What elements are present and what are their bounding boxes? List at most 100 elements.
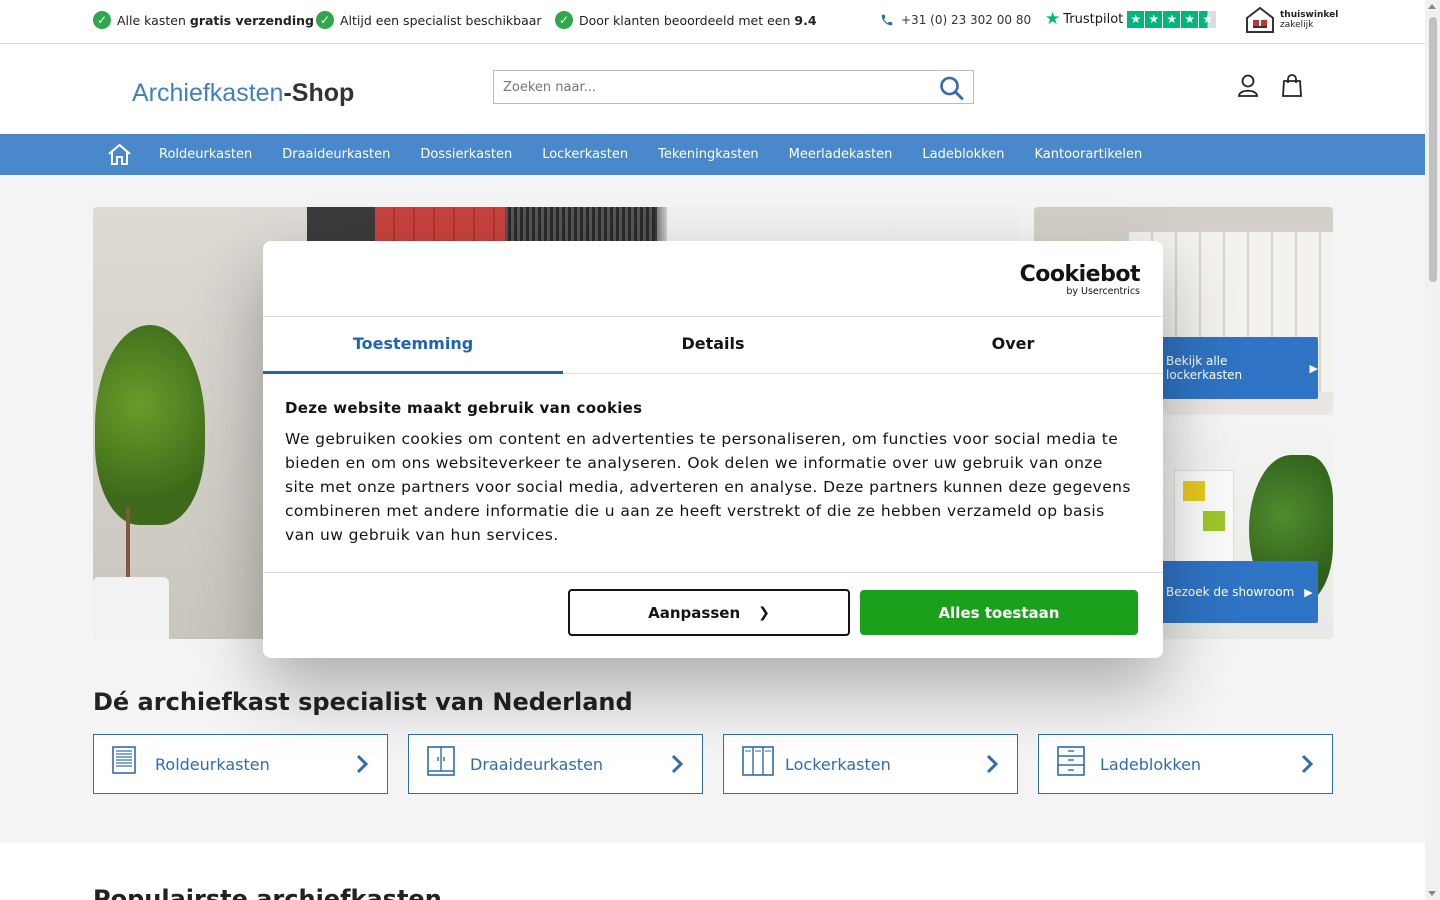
nav-item-meerladekasten[interactable]: Meerladekasten [774, 147, 908, 162]
usp-text: Door klanten beoordeeld met een [579, 12, 791, 28]
drawer-unit-icon [1057, 746, 1085, 780]
search-icon [940, 76, 964, 100]
site-header: Archiefkasten-Shop [0, 44, 1425, 134]
star-icon: ★ [1145, 10, 1163, 28]
chevron-right-icon: ▶ [1304, 585, 1313, 599]
trustpilot-star-icon: ★ [1045, 9, 1061, 29]
view-lockers-label: Bekijk alle lockerkasten [1166, 354, 1243, 382]
check-icon: ✓ [555, 11, 573, 29]
customize-label: Aanpassen [648, 603, 741, 622]
tab-over[interactable]: Over [863, 317, 1163, 373]
hero-plant-pot [93, 577, 169, 639]
star-icon: ★ [1127, 10, 1145, 28]
site-logo[interactable]: Archiefkasten-Shop [132, 79, 354, 108]
cookie-body: Deze website maakt gebruik van cookies W… [285, 399, 1135, 547]
phone-number: +31 (0) 23 302 00 80 [901, 13, 1032, 27]
cookie-consent-dialog: Cookiebot by Usercentrics Toestemming De… [263, 241, 1163, 658]
usp-specialist: ✓ Altijd een specialist beschikbaar [316, 11, 542, 29]
trustpilot-rating: ★ ★ ★ ★ ★ [1127, 10, 1217, 28]
cart-button[interactable] [1281, 74, 1303, 102]
swing-door-cabinet-icon [427, 746, 455, 780]
home-icon [108, 143, 131, 165]
view-lockers-button[interactable]: Bekijk alle lockerkasten ▶ [1156, 337, 1318, 399]
logo-part1: Archiefkasten [132, 79, 284, 107]
trustpilot-widget[interactable]: ★ Trustpilot ★ ★ ★ ★ ★ [1045, 9, 1217, 29]
nav-item-ladeblokken[interactable]: Ladeblokken [907, 147, 1019, 162]
usp-bold: gratis verzending [189, 12, 314, 28]
thuiswinkel-sub: zakelijk [1280, 20, 1314, 30]
locker-icon [742, 746, 774, 780]
customize-button[interactable]: Aanpassen ❯ [568, 589, 850, 636]
cookie-description: We gebruiken cookies om content en adver… [285, 430, 1131, 544]
main-navigation: Roldeurkasten Draaideurkasten Dossierkas… [0, 134, 1425, 175]
usp-rating: ✓ Door klanten beoordeeld met een 9.4 [555, 11, 817, 29]
scroll-up-arrow-icon[interactable] [1428, 4, 1436, 9]
phone-link[interactable]: +31 (0) 23 302 00 80 [880, 13, 1031, 27]
nav-item-draaideurkasten[interactable]: Draaideurkasten [267, 147, 405, 162]
tab-details[interactable]: Details [563, 317, 863, 373]
category-label: Lockerkasten [785, 755, 891, 774]
hero-binders-image [375, 207, 505, 241]
scrollbar-thumb[interactable] [1429, 17, 1437, 282]
star-icon: ★ [1163, 10, 1181, 28]
usp-free-shipping: ✓ Alle kasten gratis verzending [93, 11, 314, 29]
half-star-icon: ★ [1199, 10, 1217, 28]
category-label: Draaideurkasten [470, 755, 604, 774]
nav-item-dossierkasten[interactable]: Dossierkasten [405, 147, 527, 162]
category-roldeurkasten[interactable]: Roldeurkasten [93, 734, 388, 794]
chevron-right-icon [670, 753, 684, 779]
hero-blinds-image [505, 207, 655, 241]
page-scrollbar[interactable] [1425, 0, 1440, 900]
popular-title: Populairste archiefkasten [93, 885, 442, 900]
thuiswinkel-logo-icon [1246, 6, 1274, 33]
star-icon: ★ [1181, 10, 1199, 28]
account-button[interactable] [1237, 74, 1259, 102]
category-label: Ladeblokken [1100, 755, 1202, 774]
logo-part2: -Shop [283, 79, 355, 107]
nav-item-kantoorartikelen[interactable]: Kantoorartikelen [1019, 147, 1157, 162]
usp-text: Altijd een specialist beschikbaar [340, 12, 542, 28]
search-box [493, 70, 974, 104]
check-icon: ✓ [93, 11, 111, 29]
top-bar: ✓ Alle kasten gratis verzending ✓ Altijd… [0, 0, 1425, 44]
cookiebot-logo: Cookiebot by Usercentrics [1019, 262, 1141, 297]
user-icon [1238, 74, 1258, 97]
tab-toestemming[interactable]: Toestemming [263, 317, 563, 374]
nav-item-lockerkasten[interactable]: Lockerkasten [527, 147, 643, 162]
shopping-bag-icon [1282, 74, 1302, 97]
check-icon: ✓ [316, 11, 334, 29]
cookiebot-brand-sub: by Usercentrics [1066, 286, 1140, 297]
category-lockerkasten[interactable]: Lockerkasten [723, 734, 1018, 794]
roller-cabinet-icon [112, 746, 136, 778]
chevron-right-icon: ▶ [1309, 361, 1318, 375]
nav-item-tekeningkasten[interactable]: Tekeningkasten [643, 147, 774, 162]
chevron-right-icon [985, 753, 999, 779]
phone-icon [881, 14, 893, 26]
usp-bold: 9.4 [794, 12, 817, 28]
search-input[interactable] [494, 71, 924, 103]
home-link[interactable] [108, 143, 131, 169]
cookie-tabs: Toestemming Details Over [263, 316, 1163, 374]
specialist-title: Dé archiefkast specialist van Nederland [93, 688, 633, 716]
hero-plant-trunk [126, 507, 130, 579]
scroll-down-arrow-icon[interactable] [1428, 891, 1436, 896]
search-button[interactable] [939, 76, 965, 100]
cookie-footer: Aanpassen ❯ Alles toestaan [263, 572, 1163, 658]
cookiebot-brand: Cookiebot [1019, 262, 1141, 287]
category-ladeblokken[interactable]: Ladeblokken [1038, 734, 1333, 794]
nav-item-roldeurkasten[interactable]: Roldeurkasten [144, 147, 267, 162]
chevron-right-icon: ❯ [758, 604, 770, 621]
allow-all-button[interactable]: Alles toestaan [860, 590, 1138, 635]
hero-plant-image [95, 325, 205, 525]
usp-text: Alle kasten [117, 12, 186, 28]
thuiswinkel-badge[interactable]: thuiswinkel zakelijk [1245, 6, 1338, 34]
visit-showroom-button[interactable]: Bezoek de showroom ▶ [1156, 561, 1318, 623]
cookie-heading: Deze website maakt gebruik van cookies [285, 399, 643, 417]
category-draaideurkasten[interactable]: Draaideurkasten [408, 734, 703, 794]
category-label: Roldeurkasten [155, 755, 270, 774]
chevron-right-icon [355, 753, 369, 779]
chevron-right-icon [1300, 753, 1314, 779]
visit-showroom-label: Bezoek de showroom [1166, 585, 1295, 599]
thuiswinkel-name: thuiswinkel [1280, 10, 1339, 20]
trustpilot-label: Trustpilot [1063, 11, 1124, 27]
